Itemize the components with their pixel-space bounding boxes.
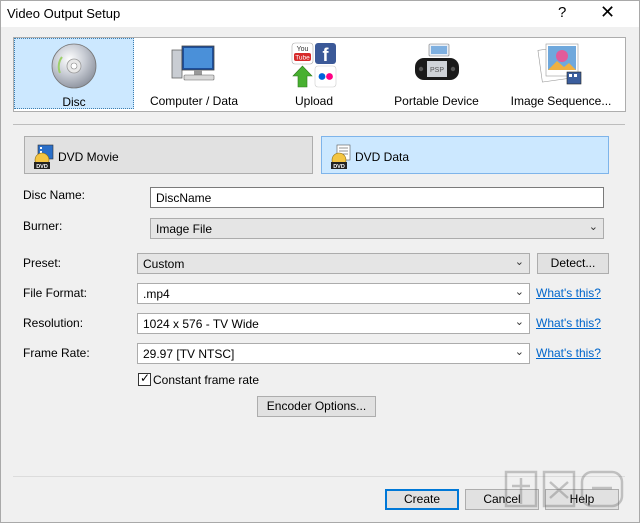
separator xyxy=(13,124,625,125)
file-format-whats-this-link[interactable]: What's this? xyxy=(536,286,601,300)
burner-value: Image File xyxy=(156,222,213,236)
window-title: Video Output Setup xyxy=(7,6,121,21)
upload-icon: You Tube f xyxy=(291,42,337,88)
dvd-data-label: DVD Data xyxy=(355,150,410,164)
cancel-button[interactable]: Cancel xyxy=(465,489,539,510)
dvd-data-icon: DVD xyxy=(331,144,351,170)
svg-text:f: f xyxy=(323,45,330,65)
file-format-value: .mp4 xyxy=(143,287,170,301)
footer-separator xyxy=(13,476,625,477)
svg-text:You: You xyxy=(297,46,309,53)
help-button[interactable]: Help xyxy=(545,489,619,510)
disc-name-input[interactable]: DiscName xyxy=(150,187,604,208)
resolution-label: Resolution: xyxy=(23,316,84,330)
resolution-value: 1024 x 576 - TV Wide xyxy=(143,317,259,331)
dvd-data-button[interactable]: DVD DVD Data xyxy=(321,136,609,174)
resolution-select[interactable]: 1024 x 576 - TV Wide ⌄ xyxy=(137,313,530,334)
constant-frame-rate-label: Constant frame rate xyxy=(153,373,260,387)
checkmark-icon: ✓ xyxy=(140,371,151,385)
disc-name-label: Disc Name: xyxy=(23,188,86,202)
chevron-down-icon: ⌄ xyxy=(514,286,524,298)
output-category-panel: Disc Computer / Data You Tube f Upload P… xyxy=(13,37,626,112)
portable-device-icon: PSP xyxy=(414,43,459,80)
dvd-movie-icon: DVD xyxy=(34,144,54,170)
burner-select[interactable]: Image File ⌄ xyxy=(150,218,604,239)
preset-select[interactable]: Custom ⌄ xyxy=(137,253,530,274)
frame-rate-select[interactable]: 29.97 [TV NTSC] ⌄ xyxy=(137,343,530,364)
svg-text:DVD: DVD xyxy=(333,164,345,170)
help-icon[interactable]: ? xyxy=(558,4,566,21)
frame-rate-whats-this-link[interactable]: What's this? xyxy=(536,346,601,360)
constant-frame-rate-checkbox[interactable]: ✓ xyxy=(138,371,151,386)
frame-rate-value: 29.97 [TV NTSC] xyxy=(143,347,235,361)
category-image-sequence[interactable]: Image Sequence... xyxy=(499,38,623,109)
encoder-options-button[interactable]: Encoder Options... xyxy=(257,396,376,417)
computer-icon xyxy=(171,45,215,81)
file-format-select[interactable]: .mp4 ⌄ xyxy=(137,283,530,304)
category-label: Disc xyxy=(62,95,86,109)
burner-label: Burner: xyxy=(23,219,63,233)
dvd-movie-button[interactable]: DVD DVD Movie xyxy=(24,136,313,174)
image-sequence-icon xyxy=(537,43,582,85)
category-portable-device[interactable]: PSP Portable Device xyxy=(374,38,499,109)
category-label: Upload xyxy=(294,94,334,108)
chevron-down-icon: ⌄ xyxy=(588,221,598,233)
chevron-down-icon: ⌄ xyxy=(514,256,524,268)
title-bar: Video Output Setup ? ✕ xyxy=(0,0,640,27)
category-label: Portable Device xyxy=(394,94,479,108)
chevron-down-icon: ⌄ xyxy=(514,316,524,328)
svg-text:DVD: DVD xyxy=(36,164,48,170)
category-disc[interactable]: Disc xyxy=(14,38,134,109)
category-upload[interactable]: You Tube f Upload xyxy=(254,38,374,109)
close-icon[interactable]: ✕ xyxy=(600,2,615,23)
category-computer-data[interactable]: Computer / Data xyxy=(134,38,254,109)
svg-text:Tube: Tube xyxy=(295,55,310,62)
disc-icon xyxy=(51,43,97,89)
category-label: Computer / Data xyxy=(149,94,239,108)
file-format-label: File Format: xyxy=(23,286,88,300)
detect-button[interactable]: Detect... xyxy=(537,253,609,274)
create-button[interactable]: Create xyxy=(385,489,459,510)
category-label: Image Sequence... xyxy=(510,94,612,108)
preset-label: Preset: xyxy=(23,256,62,270)
svg-text:PSP: PSP xyxy=(429,67,443,74)
chevron-down-icon: ⌄ xyxy=(514,346,524,358)
preset-value: Custom xyxy=(143,257,185,271)
frame-rate-label: Frame Rate: xyxy=(23,346,90,360)
dvd-movie-label: DVD Movie xyxy=(58,150,119,164)
resolution-whats-this-link[interactable]: What's this? xyxy=(536,316,601,330)
